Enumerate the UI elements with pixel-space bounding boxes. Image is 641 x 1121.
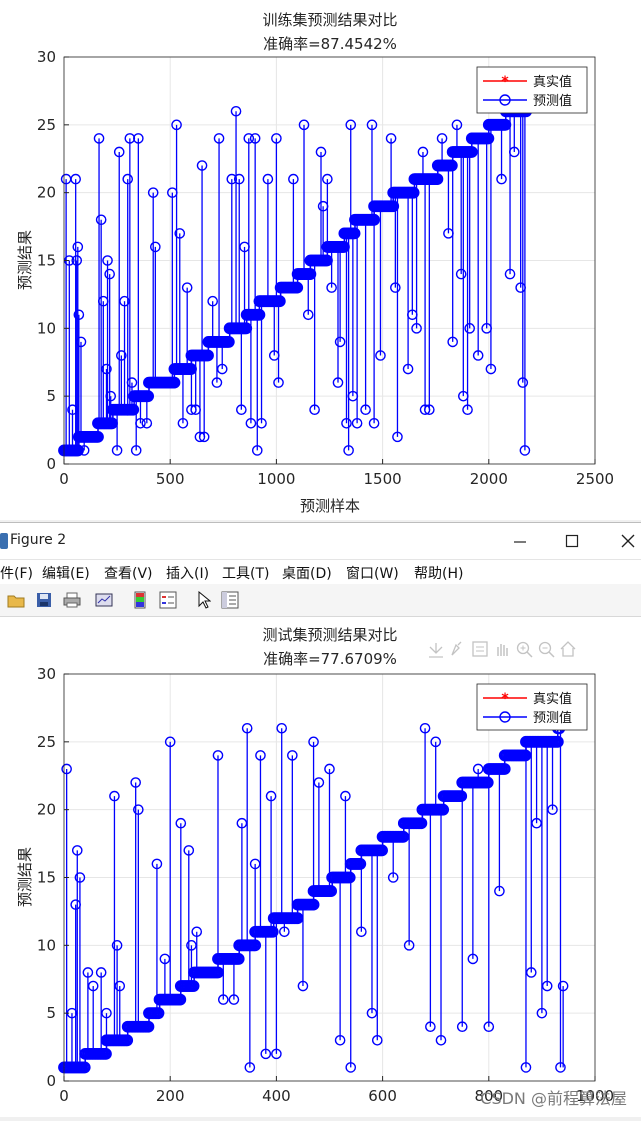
- chart-1-ytick-label: 5: [46, 387, 56, 405]
- print-button[interactable]: [62, 590, 82, 610]
- close-icon: [621, 534, 635, 548]
- chart-1-xtick-label: 500: [156, 470, 185, 488]
- chart-2-legend: * 真实值预测值: [476, 683, 588, 731]
- chart-2-xtick-label: 0: [59, 1087, 69, 1105]
- chart-1-ytick-label: 25: [37, 116, 56, 134]
- chart-1-legend-true-label: 真实值: [533, 74, 572, 90]
- colorbar-icon: [134, 591, 146, 609]
- axes-toolbar: [429, 641, 576, 658]
- chart-2-legend-true-label: 真实值: [533, 691, 572, 707]
- menu-desktop[interactable]: 桌面(D): [282, 563, 332, 583]
- save-button[interactable]: [34, 590, 54, 610]
- home-icon[interactable]: [560, 641, 576, 657]
- chart-2-legend-true-marker: *: [501, 691, 509, 707]
- chart-2-title-line-2: 准确率=77.6709%: [263, 650, 397, 668]
- datatip-icon[interactable]: [472, 641, 488, 657]
- legend-button[interactable]: [158, 590, 178, 610]
- chart-2-xtick-label: 400: [262, 1087, 291, 1105]
- menu-view[interactable]: 查看(V): [104, 563, 153, 583]
- minimize-button[interactable]: [500, 529, 540, 553]
- chart-2-ytick-label: 5: [46, 1004, 56, 1022]
- colorbar-button[interactable]: [130, 590, 150, 610]
- close-button[interactable]: [608, 529, 641, 553]
- train-chart: 训练集预测结果对比 准确率=87.4542% 预测样本 预测结果 0 500 100…: [16, 11, 614, 515]
- chart-2-ytick-label: 10: [37, 936, 56, 954]
- folder-open-icon: [7, 595, 25, 608]
- property-inspector-icon: [221, 591, 239, 609]
- chart-2-ylabel: 预测结果: [16, 847, 34, 907]
- brush-icon[interactable]: [451, 641, 462, 656]
- menu-tools[interactable]: 工具(T): [222, 563, 269, 583]
- chart-1-xtick-label: 2000: [470, 470, 508, 488]
- zoom-in-icon[interactable]: [516, 641, 533, 658]
- window-titlebar: Figure 2: [0, 523, 641, 560]
- link-plot-button[interactable]: [94, 590, 114, 610]
- open-file-button[interactable]: [6, 590, 26, 610]
- chart-1-xtick-label: 2500: [576, 470, 614, 488]
- pan-hand-icon[interactable]: [497, 644, 508, 656]
- chart-1-ytick-label: 30: [37, 48, 56, 66]
- figure-2-window: Figure 2 件(F) 编辑(E) 查看(V) 插入(I) 工具(T) 桌面…: [0, 522, 641, 1117]
- menu-window[interactable]: 窗口(W): [346, 563, 399, 583]
- pointer-arrow-icon: [198, 591, 211, 609]
- edit-plot-button[interactable]: [194, 590, 214, 610]
- chart-1-xtick-label: 1500: [364, 470, 402, 488]
- menu-help[interactable]: 帮助(H): [414, 563, 463, 583]
- figure-1-window: 训练集预测结果对比 准确率=87.4542% 预测样本 预测结果 0 500 100…: [0, 0, 641, 520]
- chart-1-xtick-label: 1000: [257, 470, 295, 488]
- watermark: CSDN @前程算法屋: [480, 1089, 627, 1108]
- minimize-icon: [514, 541, 526, 543]
- test-chart: 测试集预测结果对比 准确率=77.6709% 预测结果 0 200 400 600 80…: [16, 626, 614, 1105]
- menu-edit[interactable]: 编辑(E): [42, 563, 90, 583]
- chart-2-ytick-label: 15: [37, 869, 56, 887]
- printer-icon: [63, 592, 81, 608]
- chart-1-title-line-1: 训练集预测结果对比: [262, 11, 397, 29]
- chart-1-xtick-label: 0: [59, 470, 69, 488]
- save-icon: [37, 593, 51, 607]
- chart-1-ytick-label: 10: [37, 319, 56, 337]
- chart-1-title-line-2: 准确率=87.4542%: [263, 35, 397, 53]
- link-plot-icon: [95, 593, 113, 607]
- menu-insert[interactable]: 插入(I): [166, 563, 209, 583]
- chart-2-ytick-label: 25: [37, 733, 56, 751]
- chart-1-ytick-label: 0: [46, 455, 56, 473]
- legend-icon: [159, 591, 177, 609]
- property-inspector-button[interactable]: [220, 590, 240, 610]
- figure-toolbar: [0, 584, 641, 617]
- chart-2-ytick-label: 0: [46, 1072, 56, 1090]
- chart-1-ytick-label: 20: [37, 184, 56, 202]
- chart-2-ytick-label: 20: [37, 801, 56, 819]
- maximize-icon: [565, 534, 579, 548]
- chart-1-legend-pred-label: 预测值: [533, 93, 572, 109]
- window-title: Figure 2: [10, 532, 67, 548]
- chart-2-xtick-label: 200: [156, 1087, 185, 1105]
- zoom-out-icon[interactable]: [538, 641, 555, 658]
- chart-1-ytick-label: 15: [37, 252, 56, 270]
- figure-2-canvas: 测试集预测结果对比 准确率=77.6709% 预测结果 0 200 400 600 80…: [0, 617, 641, 1117]
- chart-1-legend: * 真实值预测值: [476, 66, 588, 114]
- maximize-button[interactable]: [552, 529, 592, 553]
- menu-file[interactable]: 件(F): [0, 563, 33, 583]
- chart-2-title-line-1: 测试集预测结果对比: [262, 626, 397, 644]
- save-axes-icon[interactable]: [429, 643, 443, 658]
- chart-1-xlabel: 预测样本: [300, 497, 360, 515]
- chart-1-legend-true-marker: *: [501, 74, 509, 90]
- chart-2-xtick-label: 600: [368, 1087, 397, 1105]
- menu-bar: 件(F) 编辑(E) 查看(V) 插入(I) 工具(T) 桌面(D) 窗口(W)…: [0, 560, 641, 584]
- matlab-figure-icon: [0, 533, 8, 549]
- figure-1-canvas: 训练集预测结果对比 准确率=87.4542% 预测样本 预测结果 0 500 100…: [0, 0, 641, 520]
- chart-2-ytick-label: 30: [37, 665, 56, 683]
- chart-2-legend-pred-label: 预测值: [533, 710, 572, 726]
- chart-1-ylabel: 预测结果: [16, 230, 34, 290]
